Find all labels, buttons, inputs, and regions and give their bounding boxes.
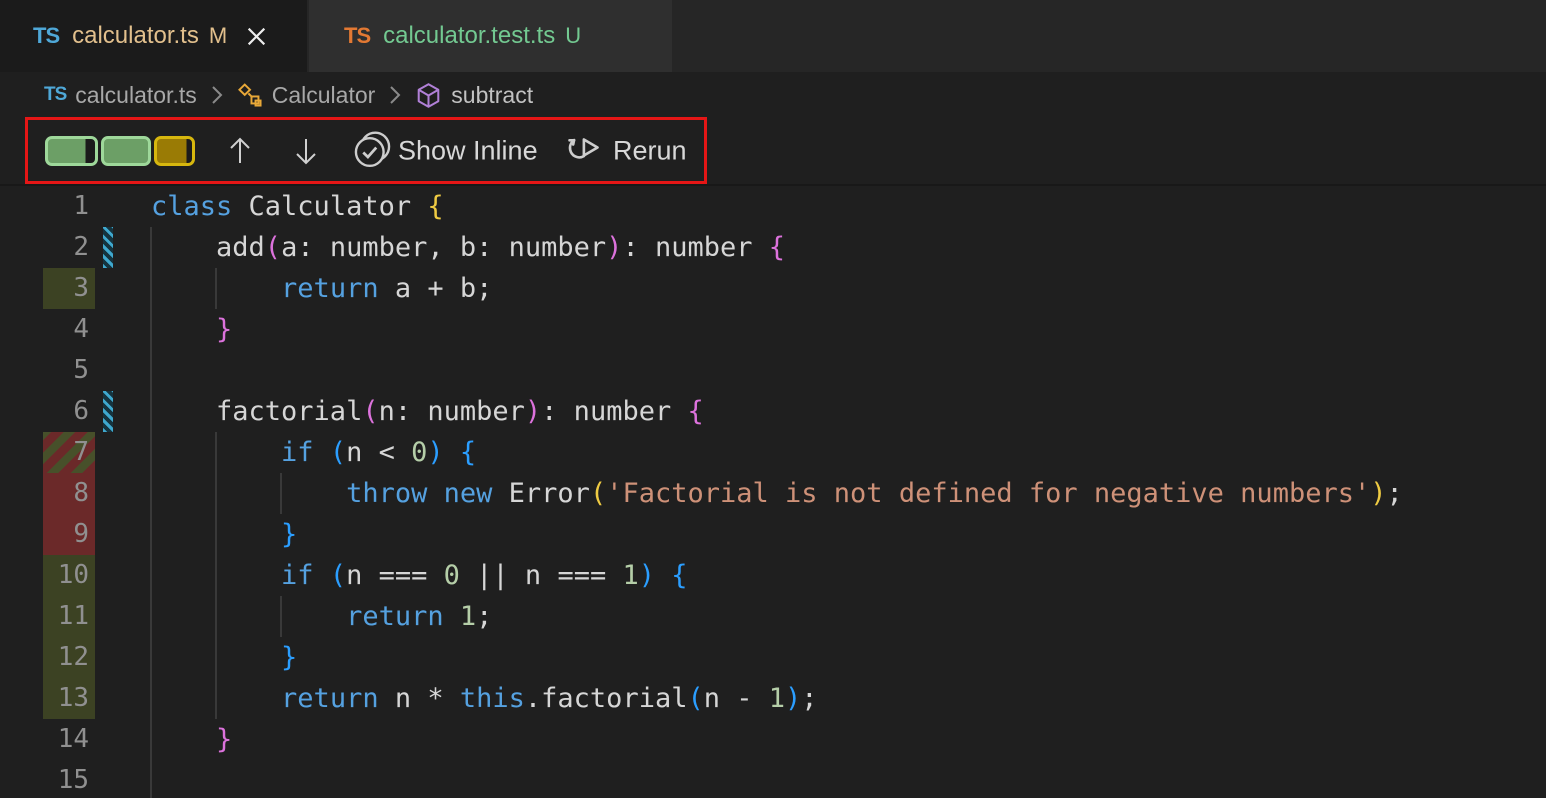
code-line[interactable]: 3 return a + b; (0, 268, 1546, 309)
coverage-bar (101, 136, 151, 166)
typescript-file-icon: TS (44, 84, 66, 106)
line-number: 9 (43, 514, 89, 555)
line-number: 8 (43, 473, 89, 514)
code-line[interactable]: 15 (0, 760, 1546, 798)
code-text: if (n === 0 || n === 1) { (151, 555, 688, 596)
code-text: factorial(n: number): number { (151, 391, 704, 432)
code-line[interactable]: 13 return n * this.factorial(n - 1); (0, 678, 1546, 719)
tab-calculator-ts[interactable]: TS calculator.ts M (0, 0, 307, 72)
git-modified-badge: M (209, 23, 227, 49)
show-inline-coverage-button[interactable] (352, 130, 393, 171)
line-number: 10 (43, 555, 89, 596)
code-line[interactable]: 7 if (n < 0) { (0, 432, 1546, 473)
line-number: 12 (43, 637, 89, 678)
line-number: 2 (43, 227, 89, 268)
code-text: return 1; (151, 596, 492, 637)
coverage-toolbar: Show Inline Rerun (0, 117, 1546, 184)
show-inline-label[interactable]: Show Inline (398, 135, 538, 166)
typescript-file-icon: TS (33, 23, 59, 49)
rerun-label[interactable]: Rerun (613, 135, 687, 166)
code-line[interactable]: 14 } (0, 719, 1546, 760)
code-text: } (151, 719, 232, 760)
code-text: throw new Error('Factorial is not define… (151, 473, 1403, 514)
indent-guide (150, 760, 152, 798)
code-line[interactable]: 6 factorial(n: number): number { (0, 391, 1546, 432)
rerun-icon (562, 130, 604, 172)
breadcrumb-method-label: subtract (451, 82, 533, 109)
breadcrumb-method[interactable]: subtract (415, 82, 533, 109)
code-line[interactable]: 9 } (0, 514, 1546, 555)
coverage-bars (45, 136, 195, 166)
indent-guide (150, 350, 152, 391)
arrow-up-icon (224, 134, 256, 168)
line-number: 11 (43, 596, 89, 637)
line-number: 14 (43, 719, 89, 760)
code-text: return n * this.factorial(n - 1); (151, 678, 818, 719)
code-line[interactable]: 1 class Calculator { (0, 186, 1546, 227)
close-icon[interactable] (244, 24, 269, 49)
line-number: 6 (43, 391, 89, 432)
code-text: class Calculator { (151, 186, 444, 227)
breadcrumb-file[interactable]: TS calculator.ts (44, 82, 197, 109)
show-inline-coverage-icon (352, 130, 393, 171)
code-text: } (151, 309, 232, 350)
code-text: add(a: number, b: number): number { (151, 227, 785, 268)
chevron-right-icon (210, 83, 224, 107)
line-number: 5 (43, 350, 89, 391)
code-text: if (n < 0) { (151, 432, 476, 473)
breadcrumb-class-label: Calculator (272, 82, 376, 109)
line-number: 3 (43, 268, 89, 309)
next-arrow-down-button[interactable] (290, 134, 322, 168)
code-line[interactable]: 8 throw new Error('Factorial is not defi… (0, 473, 1546, 514)
class-symbol-icon (237, 82, 263, 108)
vscode-editor-window: 1class Calculator {2 add(a: number, b: n… (0, 0, 1546, 798)
line-number: 13 (43, 678, 89, 719)
code-line[interactable]: 12 } (0, 637, 1546, 678)
line-number: 15 (43, 760, 89, 798)
code-line[interactable]: 11 return 1; (0, 596, 1546, 637)
line-number: 1 (43, 186, 89, 227)
chevron-right-icon (388, 83, 402, 107)
typescript-test-file-icon: TS (344, 23, 370, 49)
code-text: } (151, 637, 297, 678)
code-text: } (151, 514, 297, 555)
coverage-bar (154, 136, 195, 166)
line-number: 7 (43, 432, 89, 473)
method-symbol-icon (415, 82, 442, 109)
tab-calculator-test-ts[interactable]: TS calculator.test.ts U (309, 0, 672, 72)
breadcrumb-file-label: calculator.ts (75, 82, 196, 109)
previous-arrow-up-button[interactable] (224, 134, 256, 168)
code-text: return a + b; (151, 268, 492, 309)
breadcrumb: TS calculator.ts Calculator subtract (0, 72, 1546, 118)
arrow-down-icon (290, 134, 322, 168)
code-line[interactable]: 4 } (0, 309, 1546, 350)
line-number: 4 (43, 309, 89, 350)
header-separator (0, 184, 1546, 186)
git-untracked-badge: U (565, 23, 581, 49)
git-modified-gutter-stripe (103, 391, 113, 432)
code-line[interactable]: 10 if (n === 0 || n === 1) { (0, 555, 1546, 596)
coverage-bar (45, 136, 98, 166)
tab-bar: TS calculator.ts M TS calculator.test.ts… (0, 0, 1546, 72)
code-line[interactable]: 5 (0, 350, 1546, 391)
rerun-tests-button[interactable] (562, 130, 604, 172)
git-modified-gutter-stripe (103, 227, 113, 268)
code-line[interactable]: 2 add(a: number, b: number): number { (0, 227, 1546, 268)
tab-label: calculator.test.ts (383, 22, 555, 50)
tab-label: calculator.ts (72, 22, 199, 50)
breadcrumb-class[interactable]: Calculator (237, 82, 376, 109)
